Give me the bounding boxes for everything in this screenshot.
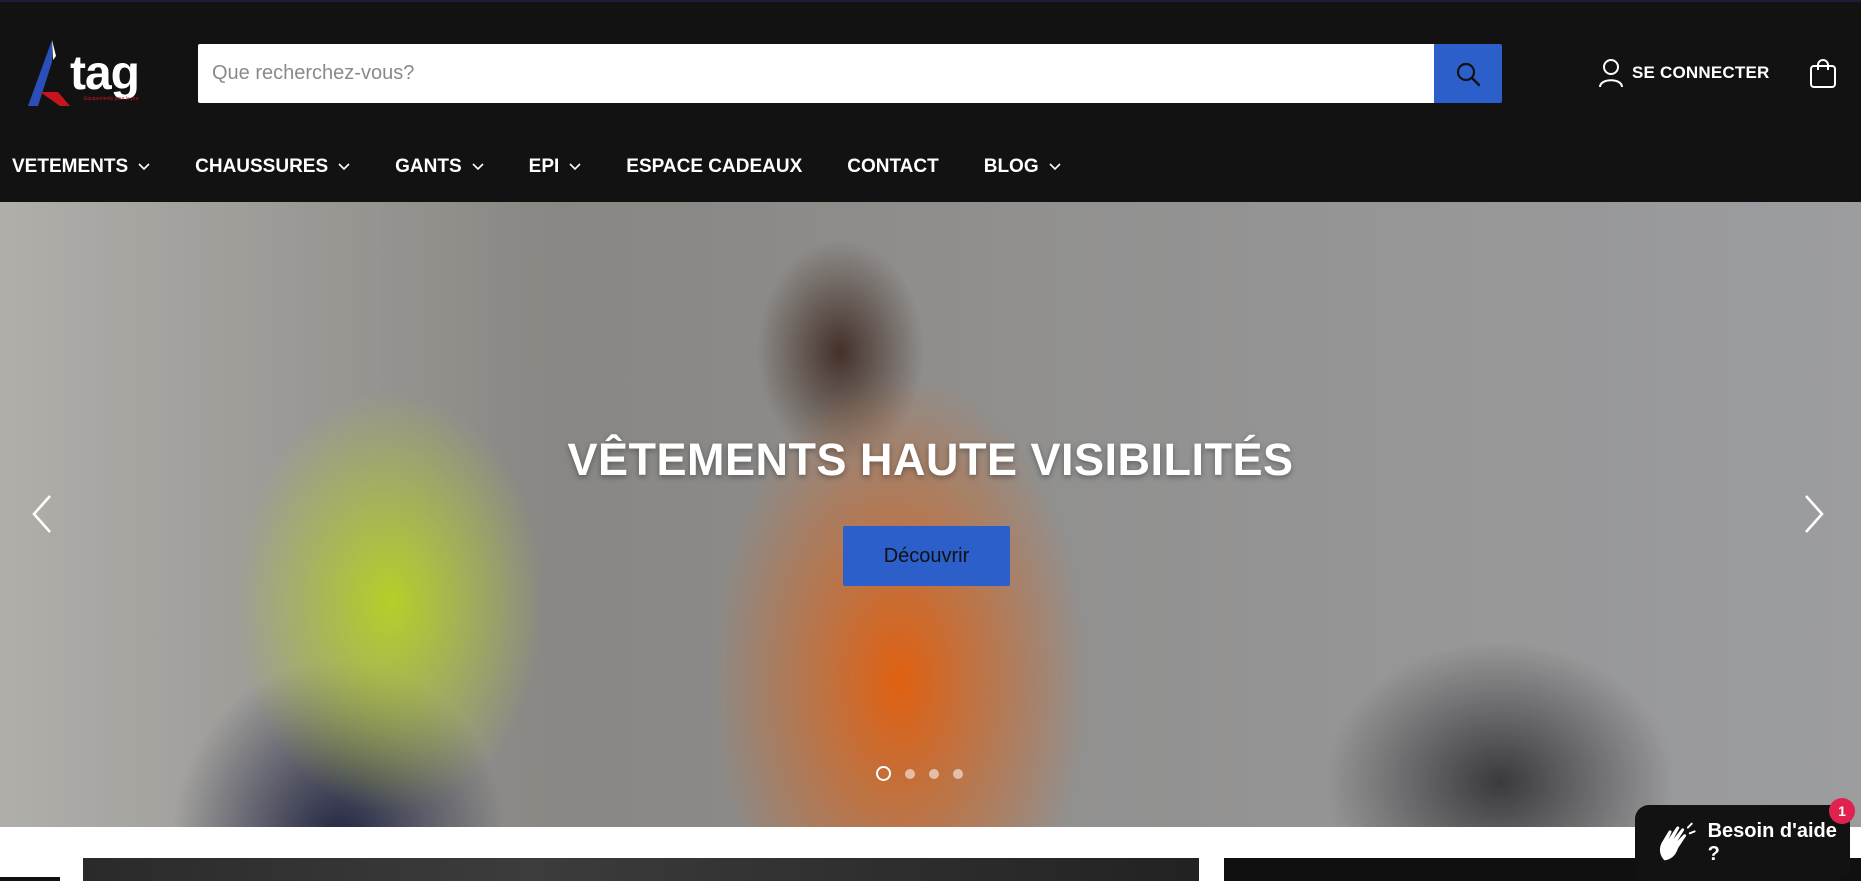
nav-item-label: BLOG — [983, 156, 1039, 177]
user-icon — [1599, 59, 1623, 88]
nav-item-label: EPI — [528, 156, 560, 177]
slide-dot-3[interactable] — [929, 768, 939, 779]
slide-dot-2[interactable] — [905, 768, 915, 779]
chevron-left-icon — [32, 495, 51, 533]
discover-button[interactable]: Découvrir — [843, 526, 1010, 586]
login-label: SE CONNECTER — [1632, 63, 1770, 82]
nav-item-vetements[interactable]: VETEMENTS — [12, 156, 150, 178]
chat-notification-badge: 1 — [1829, 798, 1855, 824]
logo-text: tag — [70, 47, 140, 100]
nav-item-espace-cadeaux[interactable]: ESPACE CADEAUX — [626, 156, 802, 178]
slide-dot-1[interactable] — [876, 766, 891, 781]
nav-item-contact[interactable]: CONTACT — [847, 156, 938, 178]
nav-item-epi[interactable]: EPI — [529, 156, 582, 178]
logo-tagline: Équipements pour le pro — [84, 96, 139, 102]
hero-image — [0, 202, 1861, 827]
chevron-down-icon — [1049, 163, 1061, 171]
slide-prev-button[interactable] — [20, 492, 64, 536]
search-button[interactable] — [1434, 44, 1502, 103]
slide-next-button[interactable] — [1792, 492, 1836, 536]
featured-tile-left[interactable] — [83, 858, 1199, 881]
chat-help-button[interactable]: Besoin d'aide ? — [1635, 805, 1850, 881]
slide-indicators — [876, 766, 963, 781]
chat-label: Besoin d'aide ? — [1707, 820, 1837, 865]
nav-item-gants[interactable]: GANTS — [395, 156, 484, 178]
site-header: tag Équipements pour le pro SE CONNECTER… — [0, 0, 1861, 202]
nav-item-blog[interactable]: BLOG — [984, 156, 1061, 178]
chevron-down-icon — [338, 163, 350, 171]
nav-item-label: VETEMENTS — [12, 156, 129, 177]
search-icon — [1456, 62, 1481, 86]
cart-button[interactable] — [1806, 56, 1840, 90]
hero-slideshow: VÊTEMENTS HAUTE VISIBILITÉS Découvrir — [0, 202, 1861, 827]
brand-logo[interactable]: tag Équipements pour le pro — [20, 38, 160, 114]
nav-item-label: CHAUSSURES — [195, 156, 329, 177]
nav-item-label: GANTS — [395, 156, 462, 177]
slide-dot-4[interactable] — [953, 768, 963, 779]
chevron-down-icon — [472, 163, 484, 171]
shopping-bag-icon — [1810, 59, 1836, 88]
chevron-down-icon — [138, 163, 150, 171]
main-nav: VETEMENTS CHAUSSURES GANTS EPI ESPACE CA… — [12, 152, 1106, 182]
nav-item-label: CONTACT — [847, 156, 939, 177]
search-input[interactable] — [198, 44, 1434, 103]
nav-item-label: ESPACE CADEAUX — [626, 156, 803, 177]
search-bar — [198, 44, 1502, 103]
chevron-right-icon — [1805, 495, 1824, 533]
chevron-down-icon — [569, 163, 581, 171]
hero-title: VÊTEMENTS HAUTE VISIBILITÉS — [567, 434, 1294, 485]
login-link[interactable]: SE CONNECTER — [1598, 56, 1769, 90]
waving-hand-icon — [1659, 822, 1696, 861]
divider — [0, 877, 60, 881]
nav-item-chaussures[interactable]: CHAUSSURES — [195, 156, 350, 178]
